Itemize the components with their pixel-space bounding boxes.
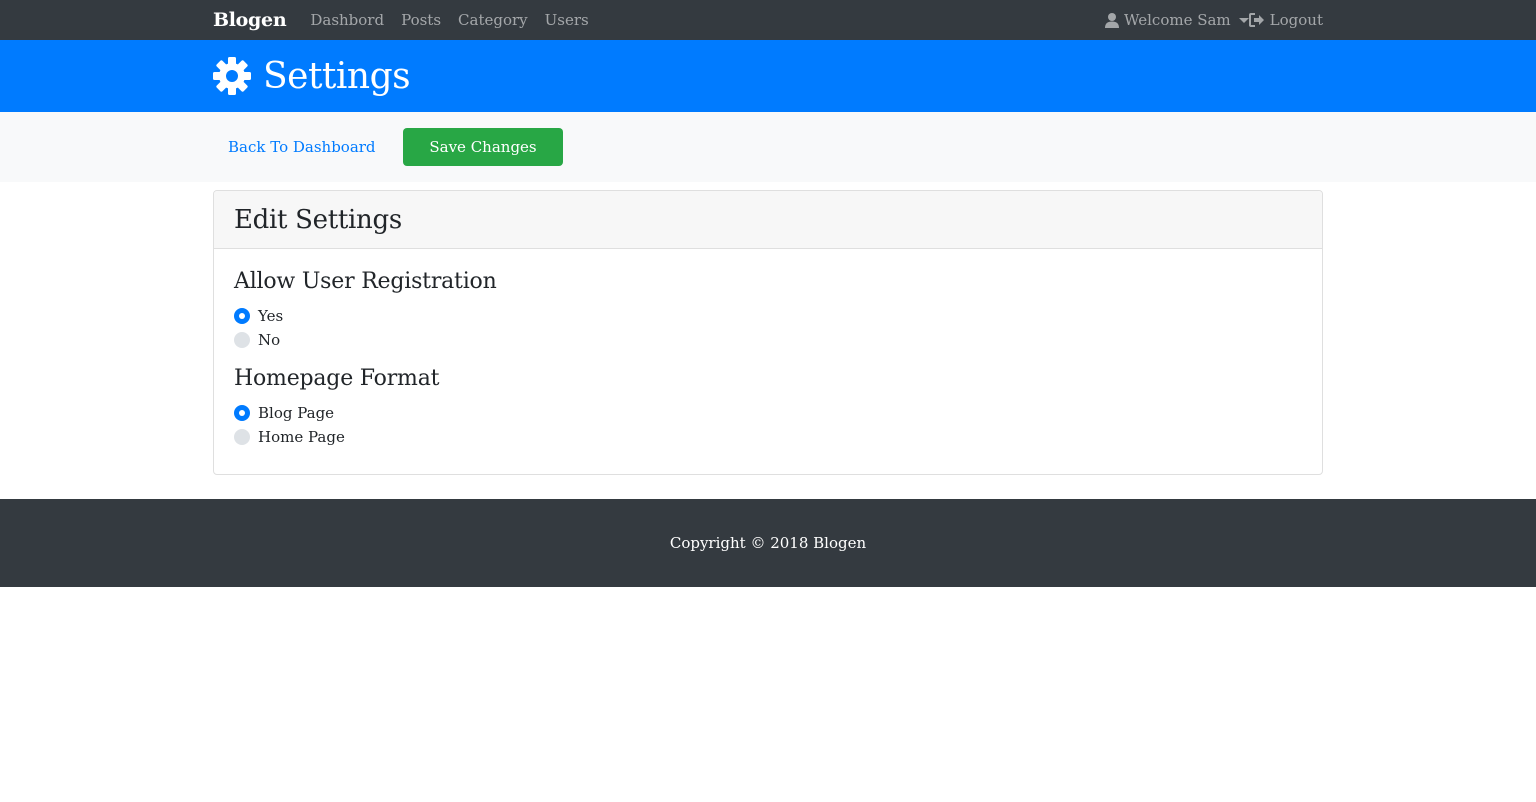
- user-menu-dropdown[interactable]: Welcome Sam: [1105, 11, 1249, 29]
- group-title: Homepage Format: [234, 366, 440, 391]
- radio-label: Blog Page: [258, 404, 335, 422]
- homepage-option-blog-page[interactable]: Blog Page: [234, 401, 1302, 425]
- nav-link-users[interactable]: Users: [545, 11, 589, 29]
- page-header: Settings: [0, 40, 1536, 112]
- radio-button[interactable]: [234, 405, 250, 421]
- user-menu-label: Welcome Sam: [1124, 11, 1231, 29]
- radio-button[interactable]: [234, 332, 250, 348]
- card-header: Edit Settings: [214, 191, 1322, 249]
- nav-link-posts[interactable]: Posts: [401, 11, 441, 29]
- chevron-down-icon: [1238, 17, 1249, 23]
- radio-button[interactable]: [234, 429, 250, 445]
- radio-label: Home Page: [258, 428, 345, 446]
- homepage-option-home-page[interactable]: Home Page: [234, 425, 1302, 449]
- logout-label: Logout: [1269, 11, 1323, 29]
- nav-link-dashboard[interactable]: Dashbord: [310, 11, 384, 29]
- registration-option-no[interactable]: No: [234, 328, 1302, 352]
- card-body: Allow User Registration Yes No Homepage …: [214, 249, 1322, 483]
- homepage-format-group: Homepage Format Blog Page Home Page: [234, 366, 1302, 449]
- logout-icon: [1248, 13, 1264, 27]
- user-icon: [1105, 12, 1120, 28]
- save-changes-button[interactable]: Save Changes: [403, 128, 563, 166]
- allow-registration-group: Allow User Registration Yes No: [234, 269, 1302, 352]
- page-footer: Copyright © 2018 Blogen: [0, 499, 1536, 587]
- card-title: Edit Settings: [234, 204, 402, 235]
- registration-option-yes[interactable]: Yes: [234, 304, 1302, 328]
- group-title: Allow User Registration: [234, 269, 497, 294]
- back-to-dashboard-link[interactable]: Back To Dashboard: [228, 138, 376, 156]
- radio-button[interactable]: [234, 308, 250, 324]
- brand-logo[interactable]: Blogen: [213, 9, 287, 31]
- gear-icon: [213, 57, 251, 95]
- page-title: Settings: [263, 55, 411, 97]
- radio-label: Yes: [258, 307, 284, 325]
- logout-link[interactable]: Logout: [1248, 11, 1323, 29]
- top-navbar: Blogen Dashbord Posts Category Users Wel…: [0, 0, 1536, 40]
- radio-label: No: [258, 331, 281, 349]
- edit-settings-card: Edit Settings Allow User Registration Ye…: [213, 190, 1323, 475]
- copyright-text: Copyright © 2018 Blogen: [669, 534, 867, 552]
- nav-link-category[interactable]: Category: [458, 11, 528, 29]
- actions-bar: Back To Dashboard Save Changes: [0, 112, 1536, 182]
